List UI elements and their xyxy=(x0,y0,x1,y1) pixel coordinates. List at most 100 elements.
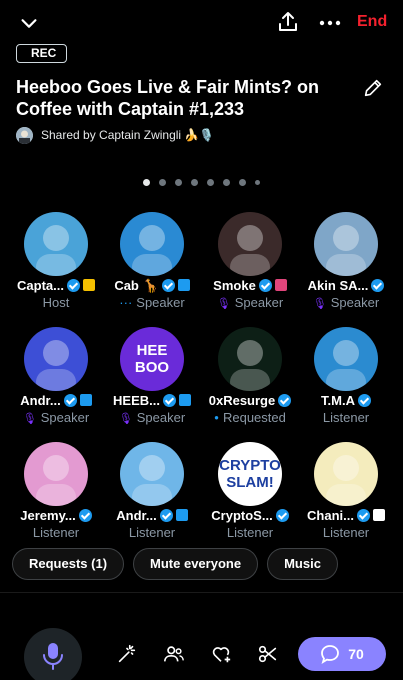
verified-badge-icon xyxy=(356,509,370,522)
participant-name: T.M.A xyxy=(298,393,394,408)
verified-badge-icon xyxy=(162,394,176,407)
microphone-button[interactable] xyxy=(24,628,82,680)
mute-everyone-button[interactable]: Mute everyone xyxy=(133,548,259,580)
bottom-bar: 70 xyxy=(0,592,403,680)
participant-tile[interactable]: CRYPTO SLAM! CryptoS... Listener xyxy=(202,440,298,540)
chat-button[interactable]: 70 xyxy=(298,637,386,671)
affiliation-badge-icon xyxy=(274,279,287,291)
avatar xyxy=(314,442,378,506)
participant-name-text: Smoke xyxy=(213,278,256,293)
participant-name: Capta... xyxy=(8,278,104,293)
participant-name-text: Cab 🦒 xyxy=(114,278,159,293)
participant-role-text: Speaker xyxy=(40,410,90,425)
sparkle-wand-icon[interactable] xyxy=(116,643,138,665)
avatar xyxy=(24,212,88,276)
participant-tile[interactable]: Smoke 🎙 Speaker xyxy=(202,210,298,310)
page-dot xyxy=(191,179,198,186)
participant-role-text: Listener xyxy=(32,525,80,540)
participant-name-text: 0xResurge xyxy=(208,393,276,408)
participant-tile[interactable]: 0xResurge ● Requested xyxy=(202,325,298,425)
page-dot xyxy=(255,180,260,185)
participant-tile[interactable]: Chani... Listener xyxy=(298,440,394,540)
rec-badge: REC xyxy=(16,44,68,63)
participant-role-text: Speaker xyxy=(136,410,186,425)
affiliation-badge-icon xyxy=(82,279,95,291)
page-dot xyxy=(223,179,230,186)
participant-name-text: HEEB... xyxy=(113,393,160,408)
verified-badge-icon xyxy=(161,279,175,292)
shared-by-text: Shared by Captain Zwingli 🍌🎙️ xyxy=(41,128,215,142)
mic-off-icon: 🎙 xyxy=(22,413,37,425)
participant-tile[interactable]: Akin SA... 🎙 Speaker xyxy=(298,210,394,310)
participant-name-text: Chani... xyxy=(307,508,354,523)
participant-tile[interactable]: Andr... Listener xyxy=(104,440,200,540)
affiliation-badge-icon xyxy=(79,394,92,406)
mic-off-icon: 🎙 xyxy=(216,298,231,310)
participant-name: CryptoS... xyxy=(202,508,298,523)
participant-role: Listener xyxy=(298,410,394,425)
end-button[interactable]: End xyxy=(357,13,387,31)
more-options-icon[interactable] xyxy=(318,12,342,34)
participant-name: Andr... xyxy=(104,508,200,523)
top-bar: End xyxy=(0,0,403,44)
page-dot xyxy=(239,179,246,186)
verified-badge-icon xyxy=(63,394,77,407)
chat-count: 70 xyxy=(348,646,364,662)
participant-name: 0xResurge xyxy=(202,393,298,408)
participant-tile[interactable]: Andr... 🎙 Speaker xyxy=(8,325,104,425)
participant-role: 🎙 Speaker xyxy=(104,410,200,425)
participant-role: ● Requested xyxy=(202,410,298,425)
participant-role: 🎙 Speaker xyxy=(8,410,104,425)
action-chips: Requests (1) Mute everyone Music xyxy=(12,548,338,580)
verified-badge-icon xyxy=(371,279,385,292)
participant-role: Listener xyxy=(8,525,104,540)
participant-tile[interactable]: Cab 🦒 ··· Speaker xyxy=(104,210,200,310)
mic-off-icon: 🎙 xyxy=(118,413,133,425)
participant-name: Andr... xyxy=(8,393,104,408)
avatar xyxy=(218,327,282,391)
participant-name: Chani... xyxy=(298,508,394,523)
affiliation-badge-icon xyxy=(175,509,188,521)
avatar xyxy=(24,442,88,506)
page-dot xyxy=(143,179,150,186)
participant-name: Jeremy... xyxy=(8,508,104,523)
participant-tile[interactable]: Jeremy... Listener xyxy=(8,440,104,540)
verified-badge-icon xyxy=(278,394,292,407)
requests-button[interactable]: Requests (1) xyxy=(12,548,125,580)
participant-name-text: CryptoS... xyxy=(211,508,273,523)
participant-name-text: Andr... xyxy=(20,393,61,408)
avatar xyxy=(314,212,378,276)
participant-role-text: Requested xyxy=(222,410,286,425)
avatar xyxy=(24,327,88,391)
chevron-down-icon[interactable] xyxy=(18,12,40,34)
participant-name-text: Akin SA... xyxy=(307,278,369,293)
verified-badge-icon xyxy=(78,509,92,522)
participant-tile[interactable]: HEE BOO HEEB... 🎙 Speaker xyxy=(104,325,200,425)
music-button[interactable]: Music xyxy=(267,548,338,580)
participant-role-text: Speaker xyxy=(234,295,284,310)
participant-name: HEEB... xyxy=(104,393,200,408)
avatar xyxy=(120,212,184,276)
participant-role-text: Speaker xyxy=(330,295,380,310)
participant-name-text: Jeremy... xyxy=(20,508,76,523)
people-icon[interactable] xyxy=(163,643,185,665)
rec-dot-icon xyxy=(22,51,27,56)
participant-tile[interactable]: T.M.A Listener xyxy=(298,325,394,425)
participant-tile[interactable]: Capta... Host xyxy=(8,210,104,310)
verified-badge-icon xyxy=(275,509,289,522)
edit-pencil-icon[interactable] xyxy=(362,77,384,99)
space-title: Heeboo Goes Live & Fair Mints? on Coffee… xyxy=(16,77,320,119)
rec-label: REC xyxy=(31,46,57,60)
participant-role-text: Listener xyxy=(226,525,274,540)
heart-add-icon[interactable] xyxy=(210,643,232,665)
participant-name-text: Capta... xyxy=(17,278,64,293)
speaking-indicator-icon: ··· xyxy=(119,295,133,310)
request-dot-icon: ● xyxy=(214,413,219,422)
chat-bubble-icon xyxy=(321,645,340,664)
page-dot xyxy=(175,179,182,186)
scissors-clip-icon[interactable] xyxy=(257,643,279,665)
participant-name-text: Andr... xyxy=(116,508,157,523)
affiliation-badge-icon xyxy=(177,279,190,291)
participant-role-text: Listener xyxy=(322,410,370,425)
share-icon[interactable] xyxy=(276,10,300,34)
